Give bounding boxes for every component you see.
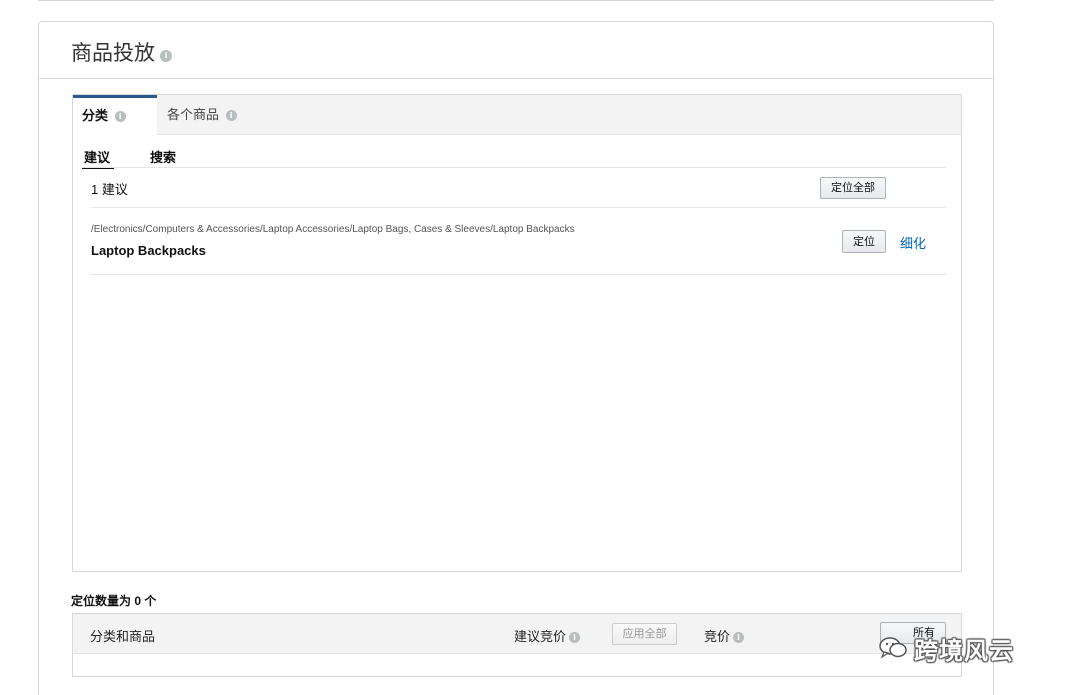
- watermark-text: 跨境风云: [914, 637, 1014, 665]
- list-divider: [91, 274, 946, 275]
- tab-individual-products[interactable]: 各个商品 i: [157, 95, 277, 135]
- product-targeting-panel: 商品投放 i 分类 i 各个商品 i 建议 搜索 1 建议 定位全部 /Elect…: [38, 21, 994, 695]
- info-icon[interactable]: i: [225, 110, 237, 122]
- targets-count: 定位数量为 0 个: [71, 594, 157, 608]
- panel-title-text: 商品投放: [71, 42, 155, 65]
- tab-categories[interactable]: 分类 i: [73, 95, 157, 136]
- top-divider: [38, 0, 994, 1]
- tabs-bar: 分类 i 各个商品 i: [73, 95, 961, 136]
- column-label: 建议竞价: [514, 629, 567, 644]
- wechat-icon: [879, 637, 907, 659]
- info-icon[interactable]: i: [160, 50, 172, 62]
- subtab-search[interactable]: 搜索: [150, 147, 176, 166]
- info-icon[interactable]: i: [733, 632, 745, 644]
- column-label: 竞价: [704, 629, 731, 644]
- targeting-tabs-box: 分类 i 各个商品 i 建议 搜索 1 建议 定位全部 /Electronics…: [72, 94, 962, 572]
- category-name: Laptop Backpacks: [91, 243, 206, 258]
- panel-header: 商品投放 i: [39, 22, 993, 79]
- targets-table: 分类和商品 建议竞价 i 应用全部 竞价 i 所有: [72, 613, 962, 677]
- subtab-divider: [82, 167, 946, 168]
- column-bid: 竞价 i: [704, 626, 745, 645]
- table-header: 分类和商品 建议竞价 i 应用全部 竞价 i 所有: [73, 614, 961, 654]
- suggestion-count: 1 建议: [91, 182, 128, 197]
- target-all-button[interactable]: 定位全部: [820, 177, 886, 199]
- info-icon[interactable]: i: [569, 632, 581, 644]
- target-button[interactable]: 定位: [842, 230, 886, 253]
- category-path: /Electronics/Computers & Accessories/Lap…: [91, 224, 575, 235]
- panel-title: 商品投放 i: [71, 37, 172, 67]
- tab-label: 各个商品: [167, 107, 220, 122]
- watermark: 跨境风云: [878, 628, 1014, 668]
- column-suggested-bid: 建议竞价 i: [514, 626, 581, 645]
- list-divider: [91, 207, 946, 208]
- info-icon[interactable]: i: [114, 111, 126, 123]
- refine-link[interactable]: 细化: [900, 233, 926, 252]
- apply-all-button[interactable]: 应用全部: [612, 623, 677, 645]
- subtab-suggested[interactable]: 建议: [81, 147, 115, 169]
- tab-label: 分类: [82, 108, 109, 123]
- column-category-product: 分类和商品: [90, 629, 156, 644]
